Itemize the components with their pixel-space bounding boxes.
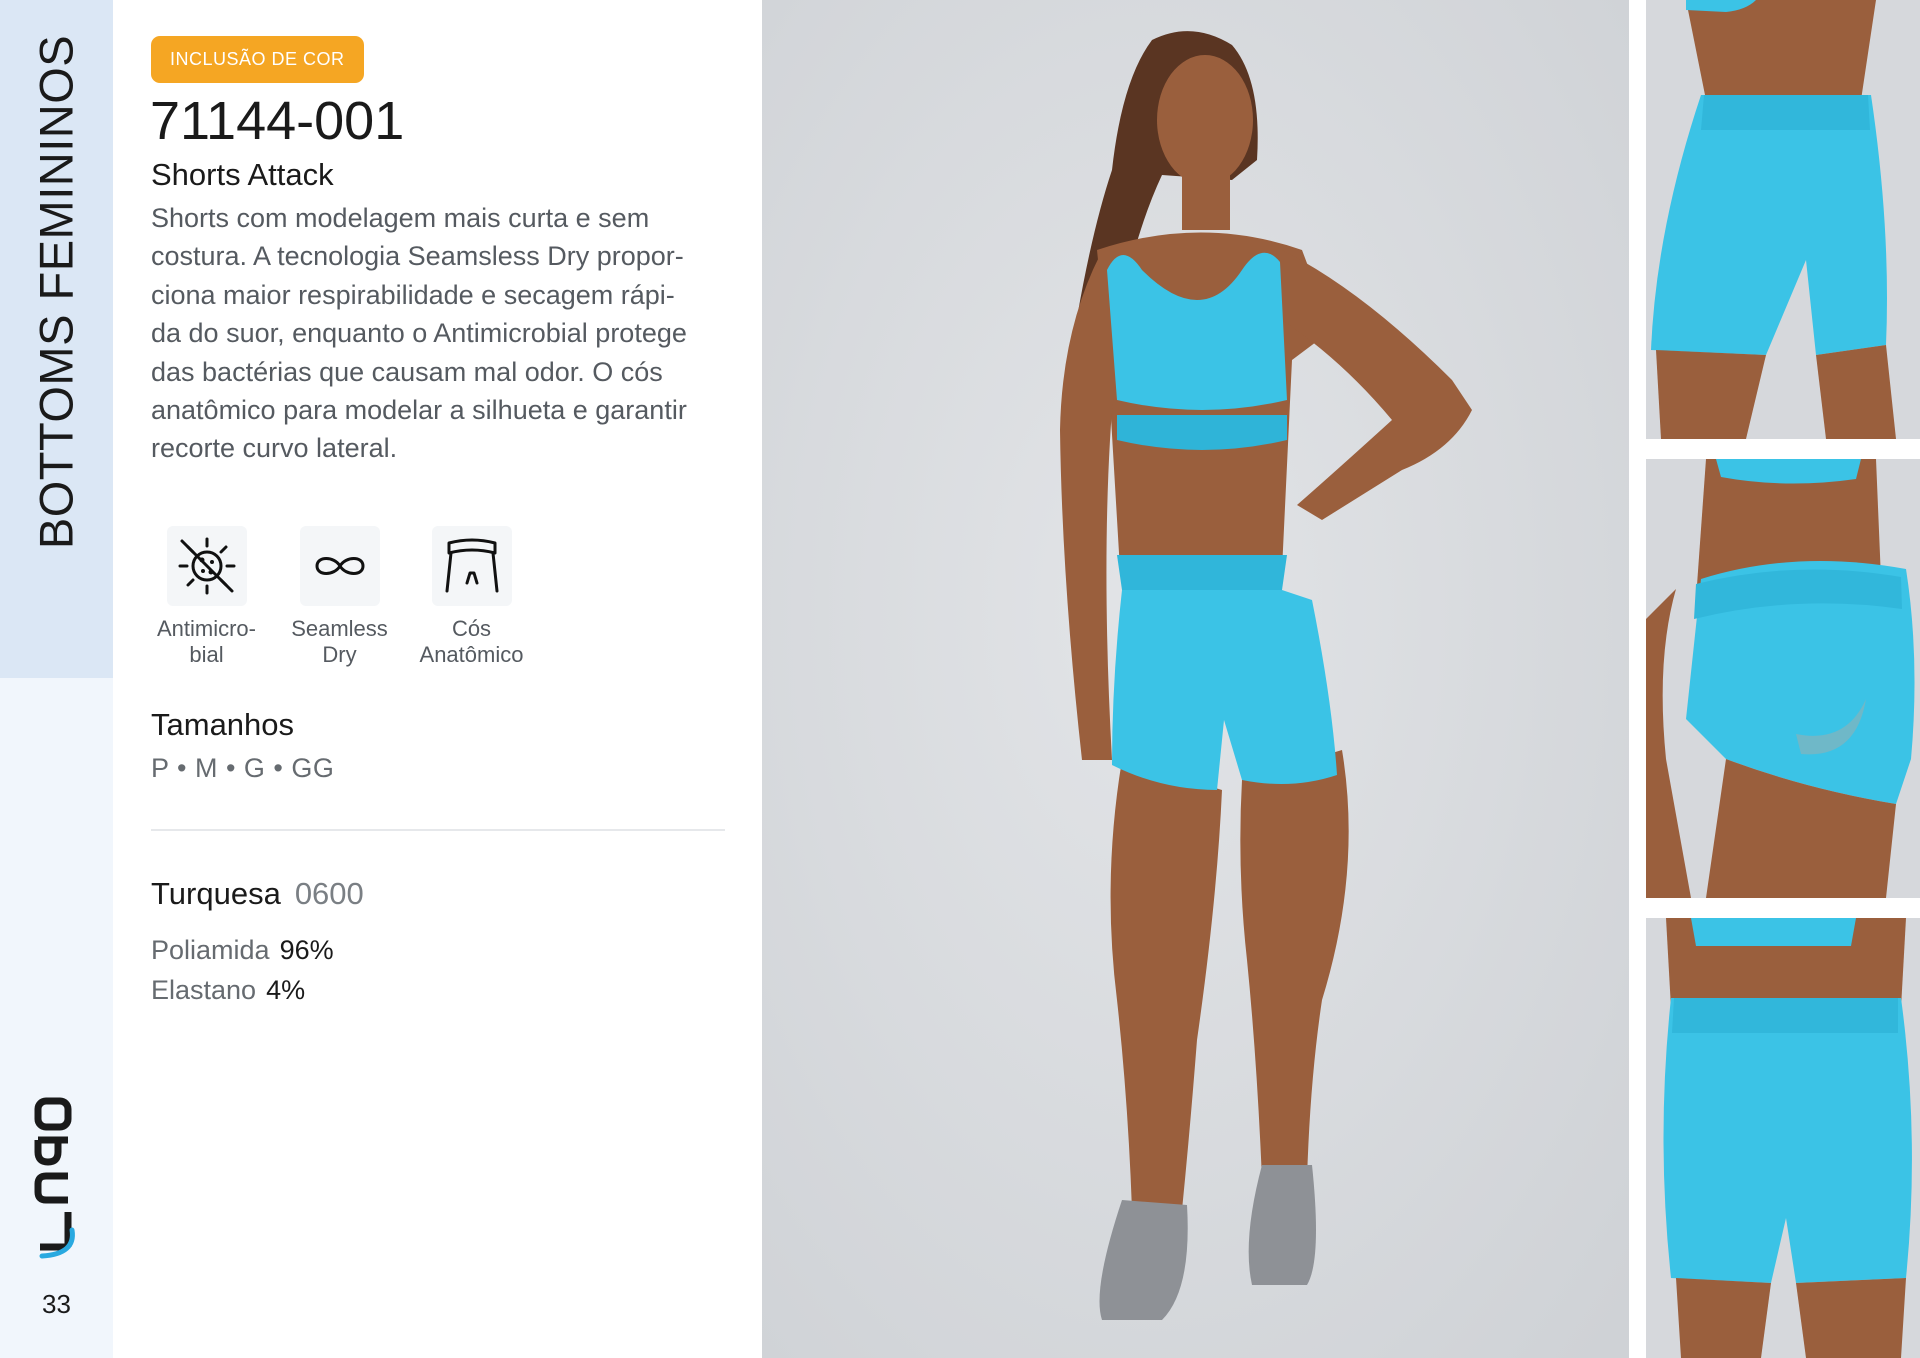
description-line: da do suor, enquanto o Antimicrobial pro… [151, 318, 687, 349]
product-description: Shorts com modelagem mais curta e sem co… [151, 199, 741, 468]
detail-photo-front [1646, 0, 1920, 439]
description-line: Shorts com modelagem mais curta e sem [151, 203, 650, 233]
description-line: costura. A tecnologia Seamsless Dry prop… [151, 241, 684, 272]
description-line: recorte curvo lateral. [151, 433, 398, 464]
sizes-list: P • M • G • GG [151, 753, 335, 783]
color-info: Turquesa 0600 [151, 876, 364, 912]
color-name: Turquesa [151, 876, 281, 911]
feature-label: Seamless [291, 616, 388, 641]
feature-label: Anatômico [419, 642, 524, 667]
feature-label: bial [189, 642, 224, 667]
antimicrobial-icon [178, 537, 235, 595]
composition-material: Elastano [151, 975, 257, 1005]
feature-seamless-dry: Seamless Dry [272, 526, 407, 668]
divider [151, 829, 725, 831]
lupo-logo [34, 1097, 75, 1259]
product-name: Shorts Attack [151, 157, 334, 192]
composition-percent: 96% [279, 935, 334, 965]
description-line: ciona maior respirabilidade e secagem rá… [151, 279, 675, 310]
composition-row: Elastano 4% [151, 975, 305, 1006]
waistband-icon [445, 538, 498, 593]
description-line: das bactérias que causam mal odor. O cós [151, 356, 663, 387]
sizes-title: Tamanhos [151, 707, 295, 742]
description-line: anatômico para modelar a silhueta e gara… [151, 395, 687, 426]
main-product-photo [762, 0, 1629, 1358]
feature-label: Antimicro- [156, 616, 256, 641]
color-code: 0600 [294, 876, 364, 911]
feature-label: Dry [322, 642, 357, 667]
sidebar: BOTTOMS FEMININOS 33 [0, 0, 113, 1358]
product-code: 71144-001 [150, 91, 405, 151]
composition-percent: 4% [266, 975, 306, 1005]
detail-photo-side [1646, 459, 1920, 898]
feature-antimicrobial: Antimicro- bial [139, 526, 274, 668]
page-number: 33 [42, 1289, 71, 1319]
infinity-icon [314, 557, 365, 575]
composition-material: Poliamida [151, 935, 270, 965]
composition-row: Poliamida 96% [151, 935, 334, 966]
feature-label: Cós [451, 616, 492, 641]
category-title: BOTTOMS FEMININOS [29, 34, 83, 550]
detail-photo-back [1646, 918, 1920, 1358]
feature-anatomic-waistband: Cós Anatômico [404, 526, 539, 668]
new-color-badge: INCLUSÃO DE COR [151, 36, 364, 83]
